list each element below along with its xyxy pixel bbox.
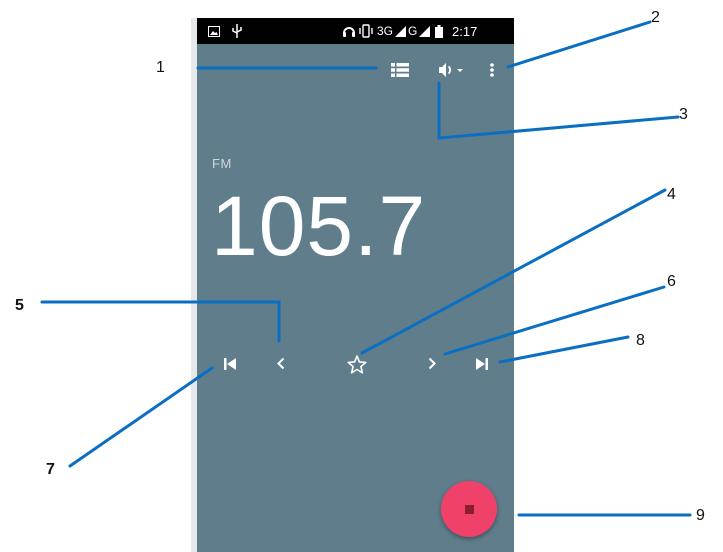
callout-lines (40, 20, 692, 517)
callout-number-6: 6 (667, 273, 676, 290)
callout-number-5: 5 (15, 297, 24, 314)
callout-line-2 (506, 20, 652, 69)
callout-number-3: 3 (679, 106, 688, 123)
callout-line-6 (443, 285, 666, 356)
callout-line-3 (437, 81, 680, 140)
callout-number-9: 9 (696, 507, 705, 524)
callout-line-5 (40, 300, 281, 343)
callout-number-4: 4 (667, 186, 676, 203)
callout-number-1: 1 (156, 59, 165, 76)
callout-number-8: 8 (636, 332, 645, 349)
callout-number-7: 7 (46, 461, 55, 478)
callout-line-7 (68, 366, 214, 468)
callout-line-4 (360, 188, 667, 355)
callout-line-8 (498, 335, 630, 364)
callout-number-2: 2 (651, 9, 660, 26)
